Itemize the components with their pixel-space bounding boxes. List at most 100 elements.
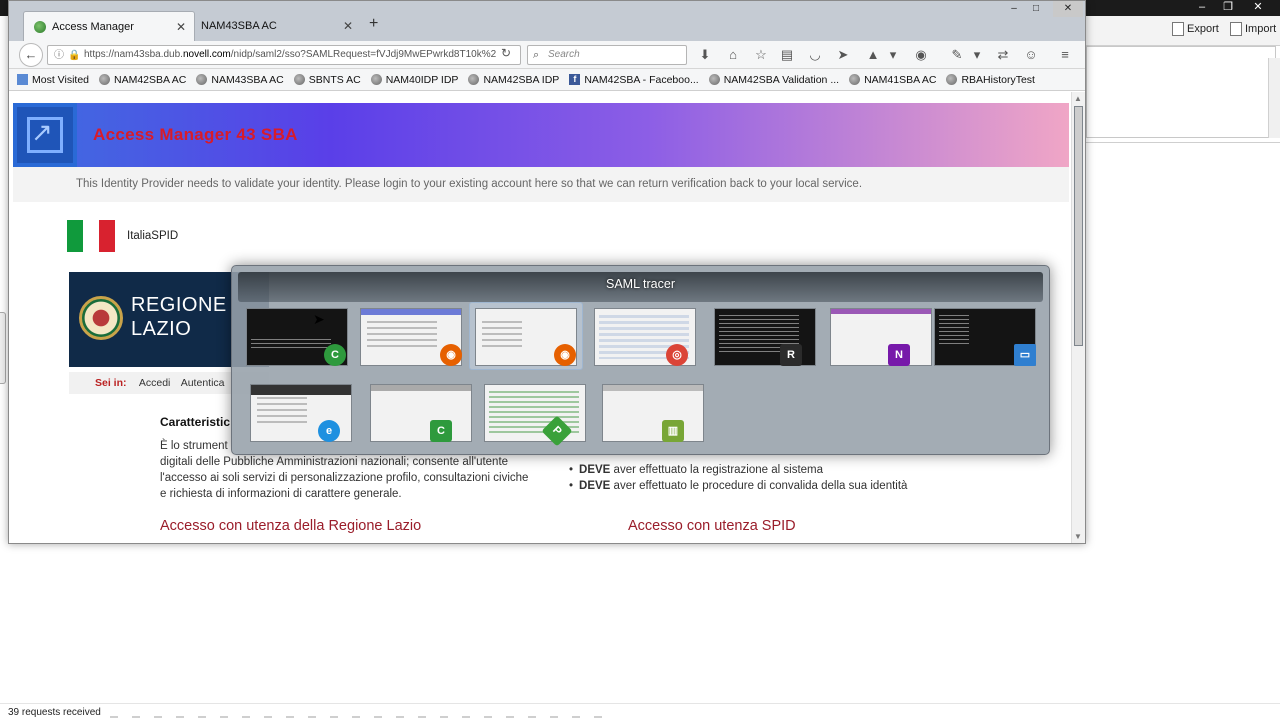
bookmark-most-visited[interactable]: Most Visited <box>17 74 89 86</box>
bookmark-label: NAM42SBA AC <box>114 73 187 86</box>
bookmark-label: NAM40IDP IDP <box>385 73 459 86</box>
camtasia-recorder-icon: C <box>324 344 346 366</box>
bookmark-item[interactable]: SBNTS AC <box>293 74 361 86</box>
home-icon[interactable]: ⌂ <box>725 47 741 63</box>
bookmark-star-icon[interactable]: ☆ <box>753 47 769 63</box>
task-switcher: SAML tracer C ◉ ◉ ◎ R N ▭ e C P ▥ <box>231 265 1050 455</box>
bookmark-item[interactable]: RBAHistoryTest <box>946 74 1035 86</box>
info-icon[interactable]: ⓘ <box>54 47 64 64</box>
login-region-heading[interactable]: Accesso con utenza della Regione Lazio <box>160 518 421 534</box>
breadcrumb-item[interactable]: Autentica <box>181 377 225 389</box>
download-icon[interactable]: ⬇ <box>697 47 713 63</box>
tab-label: NAM43SBA AC <box>201 20 277 32</box>
onenote-icon: N <box>888 344 910 366</box>
export-button[interactable]: Export <box>1172 22 1219 36</box>
tab-close-icon[interactable]: ✕ <box>176 20 186 34</box>
thumb-banner <box>371 385 471 391</box>
chat-icon[interactable]: ☺ <box>1023 47 1039 63</box>
globe-icon <box>99 74 110 85</box>
reload-icon[interactable]: ↻ <box>501 46 511 60</box>
chevron-down-icon[interactable]: ▾ <box>969 47 985 63</box>
identity-notice: This Identity Provider needs to validate… <box>13 167 1069 202</box>
breadcrumb-item[interactable]: Accedi <box>139 377 171 389</box>
background-panel <box>1086 46 1276 138</box>
window-thumbnail[interactable] <box>602 384 704 442</box>
send-icon[interactable]: ➤ <box>835 47 851 63</box>
page-scrollbar[interactable]: ▲ ▼ <box>1071 92 1085 543</box>
bookmark-item[interactable]: NAM41SBA AC <box>849 74 936 86</box>
text-line: l'accesso ai soli servizi di personalizz… <box>160 472 529 484</box>
import-button[interactable]: Import <box>1230 22 1276 36</box>
bookmark-item[interactable]: NAM43SBA AC <box>196 74 284 86</box>
thumb-content <box>367 321 437 351</box>
text-line: digitali delle Pubbliche Amministrazioni… <box>160 456 509 468</box>
bookmark-label: NAM42SBA Validation ... <box>723 73 840 86</box>
restore-icon[interactable]: ❐ <box>1216 0 1240 16</box>
reading-list-icon[interactable]: ▤ <box>779 47 795 63</box>
url-bar[interactable]: ⓘ 🔒 https://nam43sba.dub.novell.com/nidp… <box>47 45 521 65</box>
list-item: DEVE aver effettuato le procedure di con… <box>569 478 907 494</box>
most-visited-icon <box>17 74 28 85</box>
search-input[interactable]: ⌕ Search <box>527 45 687 65</box>
lock-warning-icon[interactable]: 🔒 <box>68 47 80 64</box>
bookmark-item[interactable]: f NAM42SBA - Faceboo... <box>569 74 699 86</box>
sync-arrows-icon[interactable]: ⇄ <box>995 47 1011 63</box>
remote-desktop-icon: R <box>780 344 802 366</box>
chevron-down-icon[interactable]: ▾ <box>885 47 901 63</box>
bookmark-item[interactable]: NAM40IDP IDP <box>370 73 459 86</box>
italy-flag-icon[interactable] <box>67 220 115 252</box>
desktop-icon: ▭ <box>1014 344 1036 366</box>
list-item-bold: DEVE <box>579 464 611 476</box>
list-item-text: aver effettuato la registrazione al sist… <box>610 464 824 476</box>
drive-icon[interactable]: ▲ <box>865 47 881 63</box>
tab-access-manager[interactable]: Access Manager ✕ <box>23 11 195 41</box>
flag-label[interactable]: ItaliaSPID <box>127 230 178 242</box>
access-manager-logo: ↗ <box>13 103 77 167</box>
back-icon[interactable]: ← <box>19 43 43 67</box>
camtasia-icon: C <box>430 420 452 442</box>
minimize-icon[interactable]: – <box>1190 0 1214 16</box>
close-icon[interactable]: ✕ <box>1246 0 1270 16</box>
maximize-icon[interactable]: □ <box>1025 1 1047 17</box>
menu-icon[interactable]: ≡ <box>1057 47 1073 63</box>
addon-icon[interactable]: ◉ <box>913 47 929 63</box>
scroll-down-icon[interactable]: ▼ <box>1074 532 1082 541</box>
chrome-icon: ◎ <box>666 344 688 366</box>
login-spid-heading[interactable]: Accesso con utenza SPID <box>628 518 796 534</box>
bookmark-label: NAM41SBA AC <box>864 73 937 86</box>
close-icon[interactable]: ✕ <box>1053 1 1083 17</box>
url-suffix: /nidp/saml2/sso?SAMLRequest=fVJdj9MwEPwr… <box>230 49 497 60</box>
thumb-banner <box>603 385 703 391</box>
search-placeholder: Search <box>548 49 580 60</box>
scroll-thumb[interactable] <box>1074 106 1083 346</box>
pocket-icon[interactable]: ◡ <box>807 47 823 63</box>
globe-icon <box>849 74 861 85</box>
tab-nam43sba-ac[interactable]: NAM43SBA AC ✕ <box>191 11 361 41</box>
scroll-up-icon[interactable]: ▲ <box>1074 94 1082 103</box>
tab-favicon-icon <box>34 20 46 33</box>
new-tab-icon[interactable]: + <box>369 15 378 33</box>
window-thumbnail[interactable] <box>830 308 932 366</box>
bookmark-label: RBAHistoryTest <box>961 73 1035 86</box>
globe-icon <box>468 74 480 85</box>
requirements-list: DEVE aver effettuato la registrazione al… <box>569 462 907 494</box>
header-banner: ↗ Access Manager 43 SBA <box>13 103 1069 167</box>
bookmark-label: NAM42SBA IDP <box>483 73 560 86</box>
bookmark-item[interactable]: NAM42SBA AC <box>99 74 186 86</box>
thumb-content <box>251 339 331 349</box>
regione-emblem-icon <box>79 296 123 340</box>
page-title: Access Manager 43 SBA <box>93 125 298 144</box>
bookmark-item[interactable]: NAM42SBA Validation ... <box>708 73 840 86</box>
minimize-icon[interactable]: – <box>1003 1 1025 17</box>
window-thumbnail[interactable] <box>484 384 586 442</box>
text-line: e richiesta di informazioni di carattere… <box>160 488 402 500</box>
features-title: Caratteristic <box>160 415 231 429</box>
switcher-title: SAML tracer <box>605 277 675 291</box>
tab-close-icon[interactable]: ✕ <box>343 19 353 33</box>
bookmark-item[interactable]: NAM42SBA IDP <box>468 74 559 86</box>
status-text: 39 requests received <box>8 707 101 718</box>
background-scrollbar[interactable] <box>1268 58 1280 138</box>
facebook-icon: f <box>569 74 581 85</box>
window-thumbnail[interactable] <box>370 384 472 442</box>
extension-icon[interactable]: ✎ <box>949 47 965 63</box>
